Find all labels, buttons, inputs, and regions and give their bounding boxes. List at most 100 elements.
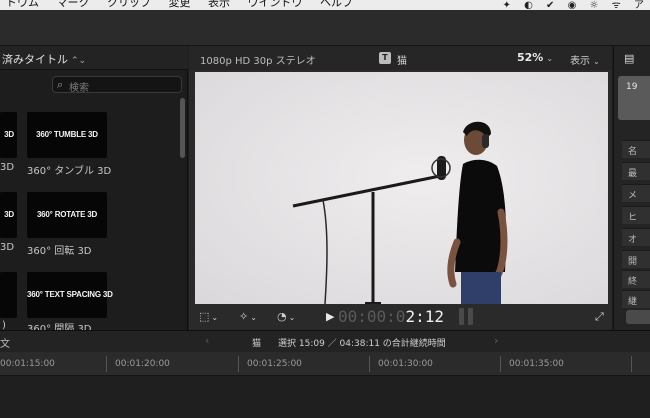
menu-item[interactable]: 変更 xyxy=(169,0,191,9)
display-popup[interactable]: 表示 ⌄ xyxy=(570,52,600,67)
film-icon[interactable]: ▤ xyxy=(624,52,634,65)
retime-menu[interactable]: ◔ ⌄ xyxy=(277,310,295,323)
menu-item[interactable]: クリップ xyxy=(107,0,151,9)
timecode-display[interactable]: 00:00:02:12 xyxy=(338,307,444,326)
inspector-row-label: ヒ xyxy=(628,213,638,223)
thumbnail-caption: 360° タンブル 3D xyxy=(27,166,112,177)
menu-item[interactable]: ウインドウ xyxy=(248,0,303,9)
inspector-row-label: メ xyxy=(628,191,638,201)
record-icon[interactable]: ◉ xyxy=(568,0,577,10)
play-button[interactable]: ▶ xyxy=(326,310,334,323)
inspector-row[interactable]: 最 xyxy=(622,162,650,180)
inspector-row-label: 名 xyxy=(628,147,638,157)
menu-item[interactable]: 表示 xyxy=(208,0,230,9)
thumbnail-label: 3D xyxy=(4,210,14,219)
timeline-clip-name: 猫 xyxy=(252,339,262,349)
inspector-button[interactable] xyxy=(626,310,650,324)
title-badge-icon: T xyxy=(379,52,391,64)
ruler-label: 00:01:35:00 xyxy=(509,359,564,369)
inspector-row-label: 終 xyxy=(628,277,638,287)
project-format: 1080p HD 30p ステレオ xyxy=(200,56,316,67)
title-thumbnail[interactable]: 3D xyxy=(0,192,17,238)
timecode-bright: 2:12 xyxy=(405,307,444,326)
search-field[interactable]: ⌕ 検索 xyxy=(52,76,182,94)
chevron-updown-icon: ⌃⌄ xyxy=(71,56,87,66)
title-thumbnail[interactable] xyxy=(0,272,17,318)
check-icon[interactable]: ✔ xyxy=(546,0,554,10)
ruler-tick xyxy=(369,356,370,372)
menu-item[interactable]: ドウム xyxy=(6,0,39,9)
title-thumbnail[interactable]: 360° ROTATE 3D xyxy=(27,192,107,238)
input-method-icon[interactable]: ア xyxy=(634,0,644,10)
title-thumbnail[interactable]: 360° TEXT SPACING 3D xyxy=(27,272,113,318)
thumbnail-label: 360° ROTATE 3D xyxy=(36,210,98,219)
chevron-down-icon: ⌄ xyxy=(593,57,600,66)
thumbnail-caption: 3D xyxy=(0,242,15,253)
thumbnail-caption: 360° 回転 3D xyxy=(27,246,92,257)
display-label: 表示 xyxy=(570,56,590,67)
timecode-dim: 00:00:0 xyxy=(338,307,406,326)
inspector-row[interactable]: ヒ xyxy=(622,206,650,224)
ruler-tick xyxy=(106,356,107,372)
thumbnail-caption: 3D xyxy=(0,162,15,173)
viewer-controls: ⬚ ⌄ ✧ ⌄ ◔ ⌄ ▶ 00:00:02:12 ⤢ xyxy=(189,304,612,330)
wifi-icon[interactable]: ᯤ xyxy=(612,0,621,10)
browser-scrollbar[interactable] xyxy=(180,98,185,158)
crop-icon: ⬚ xyxy=(199,310,210,323)
browser-category-popup[interactable]: 済みタイトル ⌃⌄ xyxy=(2,51,86,67)
enhance-menu[interactable]: ✧ ⌄ xyxy=(239,310,257,323)
magic-wand-icon: ✧ xyxy=(239,310,249,323)
chevron-down-icon: ⌄ xyxy=(211,313,219,322)
inspector-row-label: 開 xyxy=(628,257,638,267)
inspector-row[interactable]: オ xyxy=(622,228,650,246)
inspector-top-label: 19 xyxy=(626,82,638,92)
ruler-label: 00:01:15:00 xyxy=(0,359,55,369)
sync-icon[interactable]: ◐ xyxy=(524,0,533,10)
zoom-value: 52% xyxy=(517,51,544,64)
thumbnail-label: 360° TUMBLE 3D xyxy=(36,130,98,139)
timeline-index-button[interactable]: 文 xyxy=(0,335,10,350)
search-icon: ⌕ xyxy=(57,78,64,91)
chevron-down-icon: ⌄ xyxy=(546,54,554,63)
clip-title: 猫 xyxy=(397,56,407,67)
timeline-track-area[interactable] xyxy=(0,377,650,418)
thumbnail-label: 3D xyxy=(4,130,14,139)
menu-item[interactable]: マーク xyxy=(57,0,90,9)
title-thumbnail[interactable]: 360° TUMBLE 3D xyxy=(27,112,107,158)
inspector-row-label: オ xyxy=(628,235,638,245)
ruler-label: 00:01:30:00 xyxy=(378,359,433,369)
fullscreen-icon[interactable]: ⤢ xyxy=(595,310,604,324)
menu-bar: ドウム マーク クリップ 変更 表示 ウインドウ ヘルプ ✦ ◐ ✔ ◉ ☼ ᯤ… xyxy=(0,0,650,10)
chevron-down-icon: ⌄ xyxy=(288,313,296,322)
inspector-thumbnail: 19 xyxy=(618,76,650,120)
app-toolbar xyxy=(0,10,650,46)
ruler-tick xyxy=(500,356,501,372)
status-icons: ✦ ◐ ✔ ◉ ☼ ᯤ ア xyxy=(493,0,644,10)
inspector-row[interactable]: 継 xyxy=(622,290,650,308)
titles-browser: 済みタイトル ⌃⌄ ⌕ 検索 3D 3D 360° TUMBLE 3D 360° … xyxy=(0,46,188,335)
zoom-popup[interactable]: 52% ⌄ xyxy=(517,51,553,64)
menu-item[interactable]: ヘルプ xyxy=(320,0,353,9)
brightness-icon[interactable]: ☼ xyxy=(590,0,599,10)
selection-duration: 選択 15:09 ／ 04:38:11 の合計継続時間 xyxy=(278,339,446,349)
inspector-row[interactable]: メ xyxy=(622,184,650,202)
speedometer-icon: ◔ xyxy=(277,310,287,323)
video-frame-image xyxy=(195,72,608,304)
transform-menu[interactable]: ⬚ ⌄ xyxy=(199,310,218,323)
timeline-ruler[interactable]: 00:01:15:00 00:01:20:00 00:01:25:00 00:0… xyxy=(0,352,650,376)
inspector-row[interactable]: 開 xyxy=(622,250,650,268)
chevron-right-icon[interactable]: › xyxy=(494,334,498,347)
title-thumbnail[interactable]: 3D xyxy=(0,112,17,158)
inspector-row[interactable]: 名 xyxy=(622,140,650,158)
menu-items: ドウム マーク クリップ 変更 表示 ウインドウ ヘルプ xyxy=(6,0,367,10)
ruler-label: 00:01:25:00 xyxy=(247,359,302,369)
ruler-tick xyxy=(238,356,239,372)
video-frame[interactable] xyxy=(195,72,608,304)
viewer-header: 1080p HD 30p ステレオ T 猫 52% ⌄ 表示 ⌄ xyxy=(189,46,612,70)
inspector-row[interactable]: 終 xyxy=(622,270,650,288)
inspector-row-label: 最 xyxy=(628,169,638,179)
chevron-left-icon[interactable]: ‹ xyxy=(205,334,209,347)
dropbox-icon[interactable]: ✦ xyxy=(503,0,511,10)
inspector-row-label: 継 xyxy=(628,297,638,307)
search-placeholder: 検索 xyxy=(69,83,89,94)
